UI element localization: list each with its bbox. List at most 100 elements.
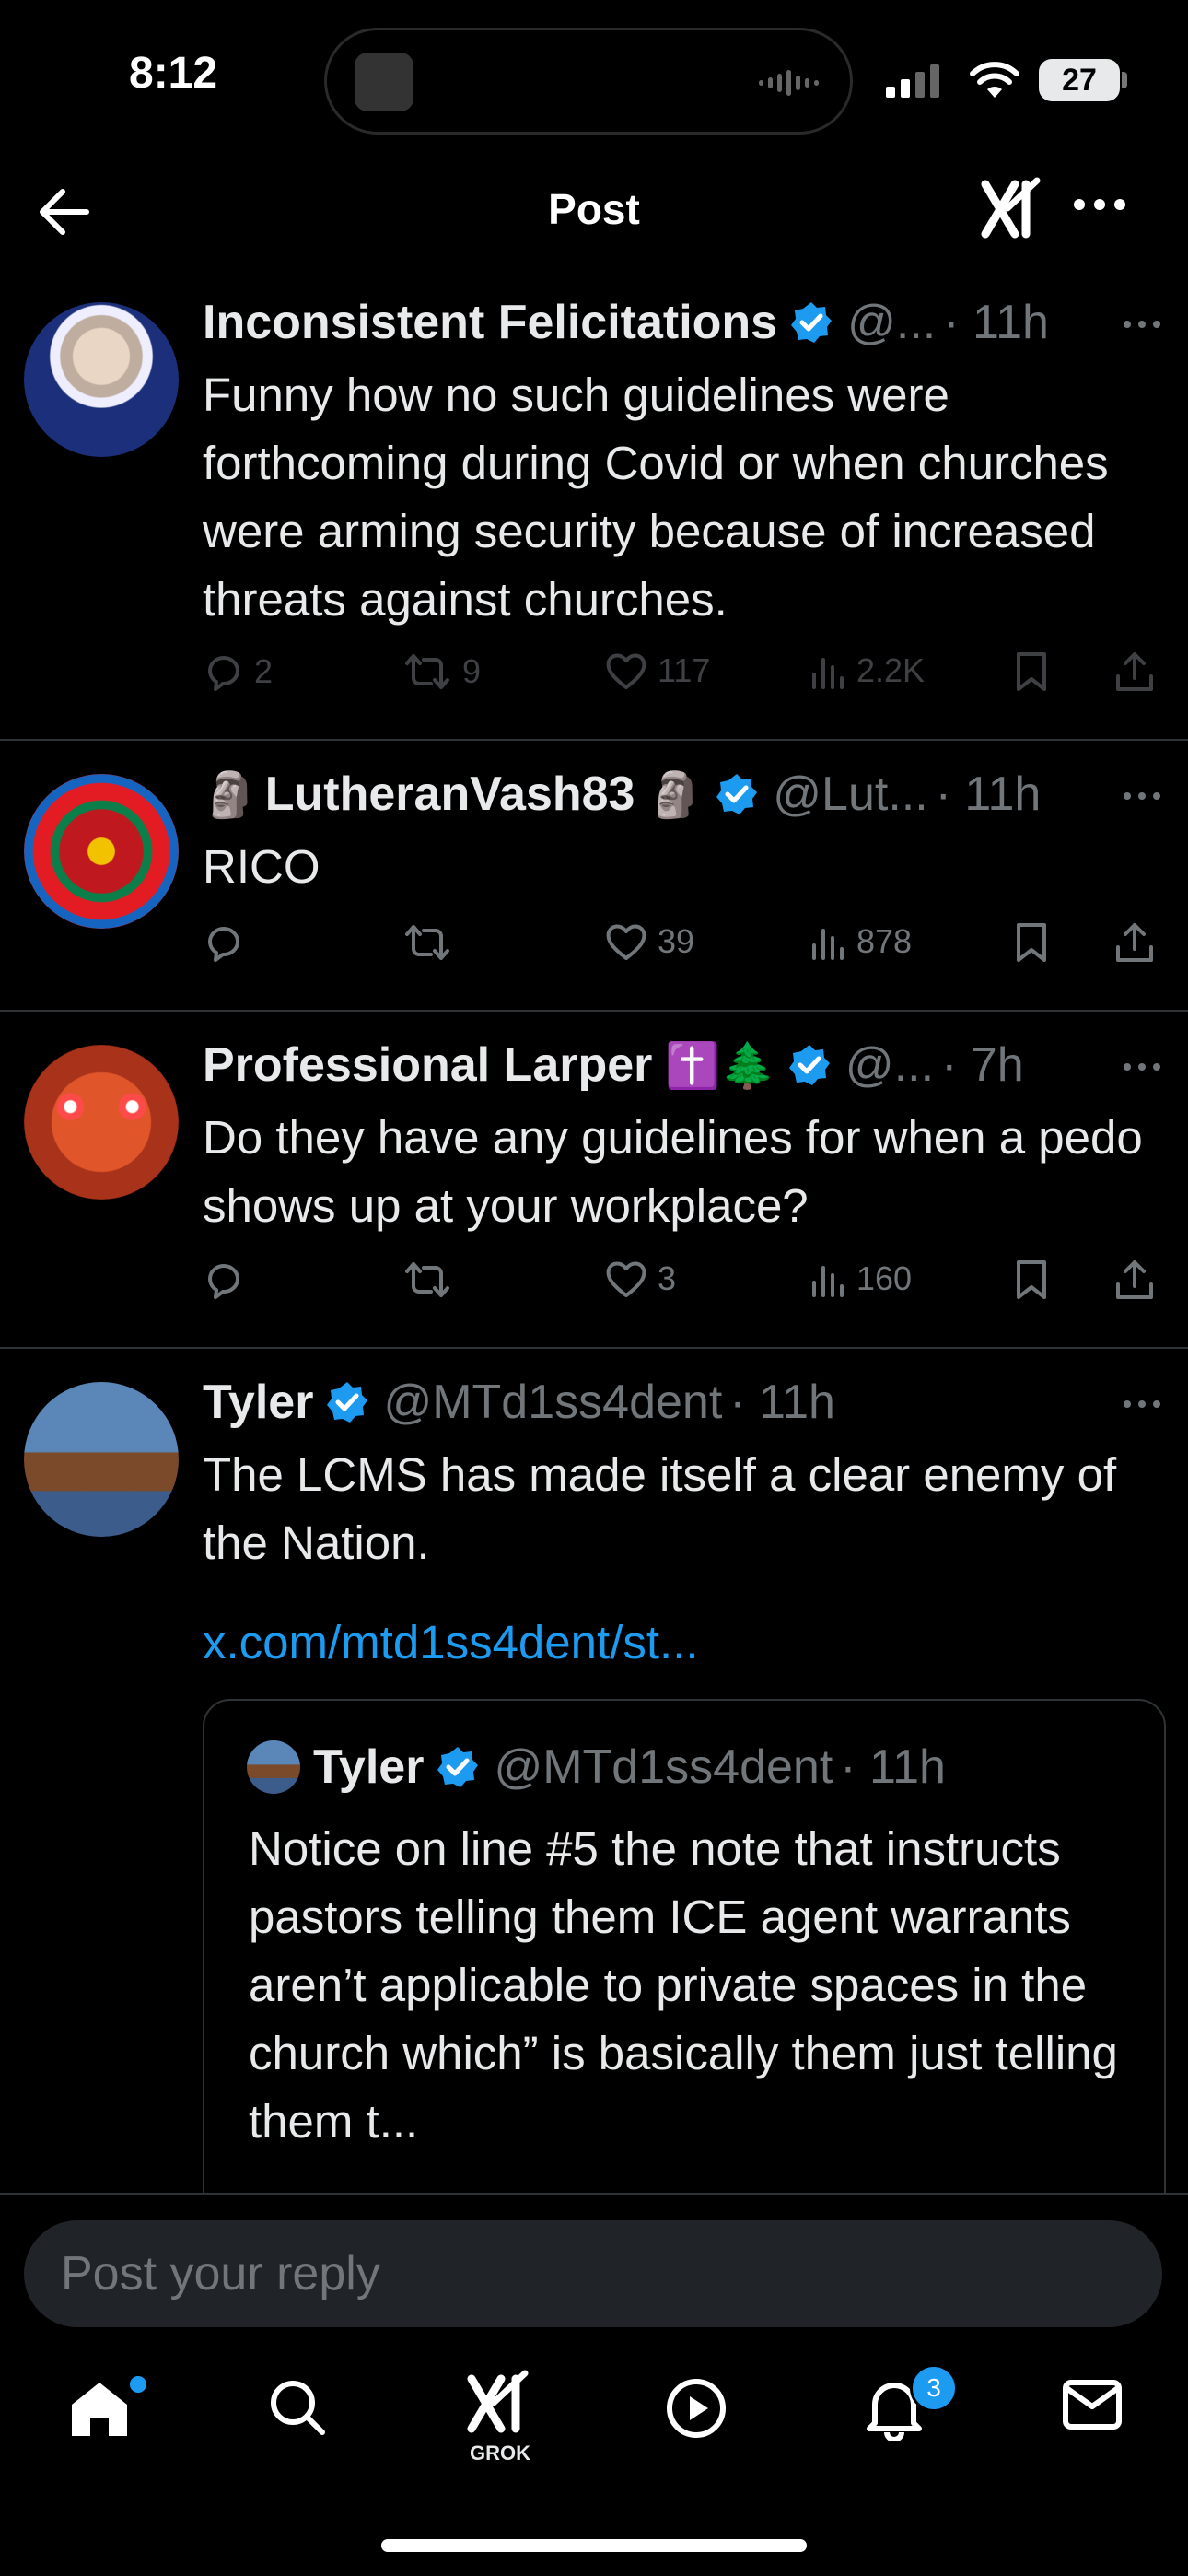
view-count: 2.2K (856, 651, 926, 689)
views-button[interactable]: 878 (810, 921, 912, 962)
mail-icon (1063, 2380, 1122, 2430)
grok-icon (467, 2370, 529, 2433)
share-button[interactable] (1114, 921, 1155, 964)
view-count: 878 (856, 922, 913, 960)
reply-post[interactable]: Professional Larper ✝️🌲 @... · 7h Do the… (0, 1012, 1188, 1349)
repost-button[interactable] (402, 1259, 453, 1301)
share-button[interactable] (1114, 650, 1155, 693)
repost-icon (405, 1262, 449, 1297)
post-more-icon[interactable] (1124, 1063, 1160, 1071)
heart-icon (606, 924, 646, 960)
reply-input[interactable] (24, 2220, 1162, 2327)
heart-icon (606, 653, 646, 689)
quote-time: · 11h (840, 1740, 946, 1794)
post-header: Post (0, 157, 1188, 269)
post-text: Funny how no such guidelines were forthc… (203, 369, 1109, 626)
now-playing-artwork (355, 53, 413, 111)
home-icon (72, 2383, 127, 2436)
reply-button[interactable] (203, 921, 245, 964)
post-time: · 11h (943, 296, 1049, 349)
post-text: Do they have any guidelines for when a p… (203, 1111, 1143, 1232)
repost-button[interactable]: 9 (402, 650, 481, 693)
new-posts-dot (127, 2373, 149, 2395)
verified-badge-icon (788, 299, 834, 345)
views-button[interactable]: 160 (810, 1259, 912, 1299)
status-time: 8:12 (129, 49, 218, 98)
post-more-icon[interactable] (1124, 792, 1160, 800)
post-actions: 3 160 (203, 1259, 1160, 1314)
like-button[interactable]: 39 (604, 921, 694, 962)
nav-search[interactable] (267, 2377, 328, 2442)
post-text: The LCMS has made itself a clear enemy o… (203, 1448, 1117, 1569)
share-icon (1116, 1260, 1153, 1299)
views-icon (812, 1266, 844, 1297)
verified-badge-icon (714, 771, 760, 817)
reply-button[interactable] (203, 1259, 245, 1301)
like-count: 117 (658, 651, 711, 689)
reply-icon (208, 656, 239, 691)
avatar[interactable] (24, 774, 179, 929)
quote-text: Notice on line #5 the note that instruct… (249, 1822, 1118, 2148)
avatar[interactable] (24, 1045, 179, 1200)
reply-post[interactable]: Tyler @MTd1ss4dent · 11h The LCMS has ma… (0, 1349, 1188, 2193)
nav-grok[interactable]: GROK (460, 2368, 540, 2465)
reply-post[interactable]: 🗿 LutheranVash83 🗿 @Lut... · 11h RICO 39… (0, 741, 1188, 1012)
bookmark-button[interactable] (1013, 650, 1050, 693)
avatar[interactable] (24, 1382, 179, 1537)
nav-home[interactable] (66, 2373, 149, 2446)
moai-emoji: 🗿 (647, 770, 704, 820)
avatar[interactable] (24, 302, 179, 457)
reply-post[interactable]: Inconsistent Felicitations @... · 11h Fu… (0, 269, 1188, 741)
reply-button[interactable]: 2 (203, 650, 273, 693)
repost-button[interactable] (402, 921, 453, 964)
bookmark-icon (1017, 923, 1046, 962)
reply-composer (0, 2193, 1188, 2340)
dynamic-island (324, 28, 853, 135)
verified-badge-icon (786, 1042, 833, 1088)
battery-indicator: 27 (1039, 59, 1120, 101)
play-icon (667, 2379, 726, 2438)
home-indicator (381, 2539, 807, 2552)
views-button[interactable]: 2.2K (810, 650, 925, 691)
cellular-signal-icon (886, 64, 939, 98)
author-name[interactable]: LutheranVash83 (265, 767, 635, 822)
bookmark-button[interactable] (1013, 921, 1050, 964)
like-button[interactable]: 3 (604, 1259, 676, 1299)
post-link[interactable]: x.com/mtd1ss4dent/st... (203, 1609, 1160, 1677)
share-icon (1116, 923, 1153, 962)
bookmark-icon (1017, 1260, 1046, 1299)
like-button[interactable]: 117 (604, 650, 710, 691)
author-handle[interactable]: @... (845, 1037, 934, 1093)
view-count: 160 (856, 1259, 913, 1297)
author-name[interactable]: Professional Larper (203, 1037, 652, 1093)
quoted-post[interactable]: Tyler @MTd1ss4dent · 11h Notice on line … (203, 1699, 1166, 2193)
author-name[interactable]: Inconsistent Felicitations (203, 295, 777, 350)
moai-emoji: 🗿 (203, 770, 258, 820)
author-handle[interactable]: @... (847, 295, 936, 350)
author-handle[interactable]: @Lut... (773, 767, 927, 822)
nav-notifications[interactable]: 3 (862, 2364, 958, 2446)
nav-video[interactable] (665, 2377, 728, 2444)
repost-count: 9 (462, 652, 482, 690)
grok-icon[interactable] (980, 177, 1044, 241)
verified-badge-icon (435, 1744, 481, 1790)
bookmark-icon (1017, 652, 1046, 691)
grok-label: GROK (470, 2441, 530, 2465)
notification-badge: 3 (910, 2364, 958, 2412)
share-button[interactable] (1114, 1259, 1155, 1301)
repost-icon (405, 925, 449, 960)
more-options-icon[interactable] (1074, 199, 1125, 210)
bookmark-button[interactable] (1013, 1259, 1050, 1301)
author-name[interactable]: Tyler (203, 1375, 313, 1430)
repost-icon (405, 654, 449, 689)
like-count: 3 (658, 1259, 677, 1297)
verified-badge-icon (324, 1379, 370, 1425)
reply-icon (208, 1264, 239, 1299)
quote-author-name: Tyler (313, 1740, 425, 1794)
share-icon (1116, 652, 1153, 691)
post-more-icon[interactable] (1124, 321, 1160, 328)
nav-messages[interactable] (1061, 2377, 1124, 2437)
post-time: · 11h (935, 767, 1042, 821)
author-handle[interactable]: @MTd1ss4dent (383, 1375, 722, 1430)
post-more-icon[interactable] (1124, 1400, 1160, 1408)
